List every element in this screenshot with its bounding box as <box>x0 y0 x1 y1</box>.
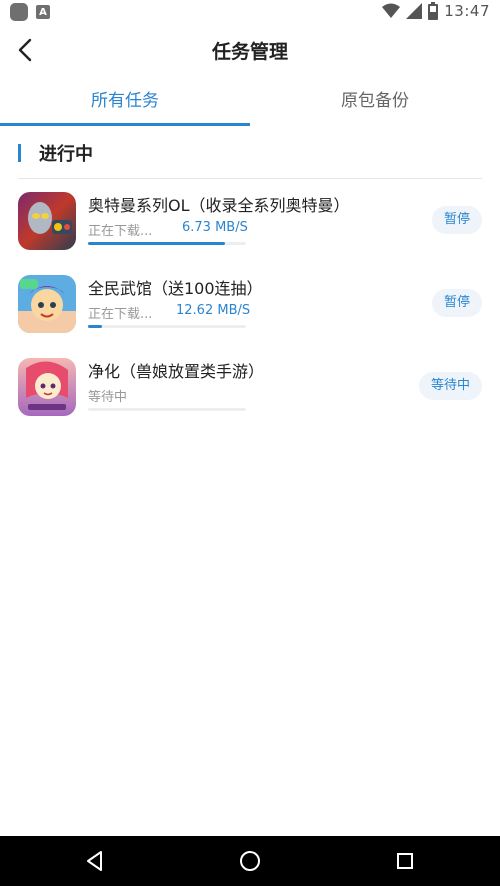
back-triangle-icon <box>87 851 102 871</box>
task-status: 正在下载... <box>88 307 153 322</box>
task-status: 正在下载... <box>88 224 153 239</box>
tab-all-tasks[interactable]: 所有任务 <box>0 76 250 126</box>
nav-back-button[interactable] <box>82 848 108 874</box>
signal-icon <box>406 3 423 19</box>
status-bar: A 13:47 <box>0 0 500 24</box>
divider <box>18 178 482 179</box>
wifi-icon <box>382 3 401 18</box>
task-speed: 12.62 MB/S <box>176 303 251 318</box>
progress-bar <box>88 408 246 411</box>
task-item[interactable]: 奥特曼系列OL（收录全系列奥特曼） 正在下载... 6.73 MB/S 暂停 <box>0 192 500 272</box>
system-nav-bar <box>0 836 500 886</box>
app-notification-icon <box>10 3 28 21</box>
progress-fill <box>88 242 226 245</box>
a-notification-icon: A <box>36 5 50 19</box>
section-accent-bar <box>18 144 21 162</box>
task-item[interactable]: 净化（兽娘放置类手游） 等待中 等待中 <box>0 358 500 438</box>
game-icon-wuguan <box>18 275 76 333</box>
task-title: 净化（兽娘放置类手游） <box>88 362 265 381</box>
status-right: 13:47 <box>382 2 490 20</box>
recents-square-icon <box>397 853 413 869</box>
battery-icon <box>428 2 439 20</box>
active-tab-indicator <box>0 123 250 126</box>
nav-home-button[interactable] <box>237 848 263 874</box>
tab-bar: 所有任务 原包备份 <box>0 76 500 126</box>
task-status: 等待中 <box>88 390 128 405</box>
progress-bar <box>88 242 246 245</box>
status-left: A <box>10 3 50 21</box>
status-time: 13:47 <box>444 2 490 20</box>
tab-original-backup[interactable]: 原包备份 <box>250 76 500 126</box>
pause-button[interactable]: 暂停 <box>431 206 482 234</box>
game-icon-jinghua <box>18 358 76 416</box>
section-header: 进行中 <box>18 140 93 166</box>
task-title: 全民武馆（送100连抽） <box>88 279 263 298</box>
game-icon-ultraman <box>18 192 76 250</box>
task-title: 奥特曼系列OL（收录全系列奥特曼） <box>88 196 350 215</box>
home-circle-icon <box>240 851 260 871</box>
nav-recents-button[interactable] <box>392 848 418 874</box>
header: 任务管理 <box>0 24 500 76</box>
progress-fill <box>88 325 103 328</box>
task-speed: 6.73 MB/S <box>182 220 248 235</box>
page-title: 任务管理 <box>211 41 288 63</box>
progress-bar <box>88 325 246 328</box>
task-item[interactable]: 全民武馆（送100连抽） 正在下载... 12.62 MB/S 暂停 <box>0 275 500 355</box>
section-title: 进行中 <box>39 144 93 165</box>
waiting-button[interactable]: 等待中 <box>418 372 482 400</box>
pause-button[interactable]: 暂停 <box>431 289 482 317</box>
